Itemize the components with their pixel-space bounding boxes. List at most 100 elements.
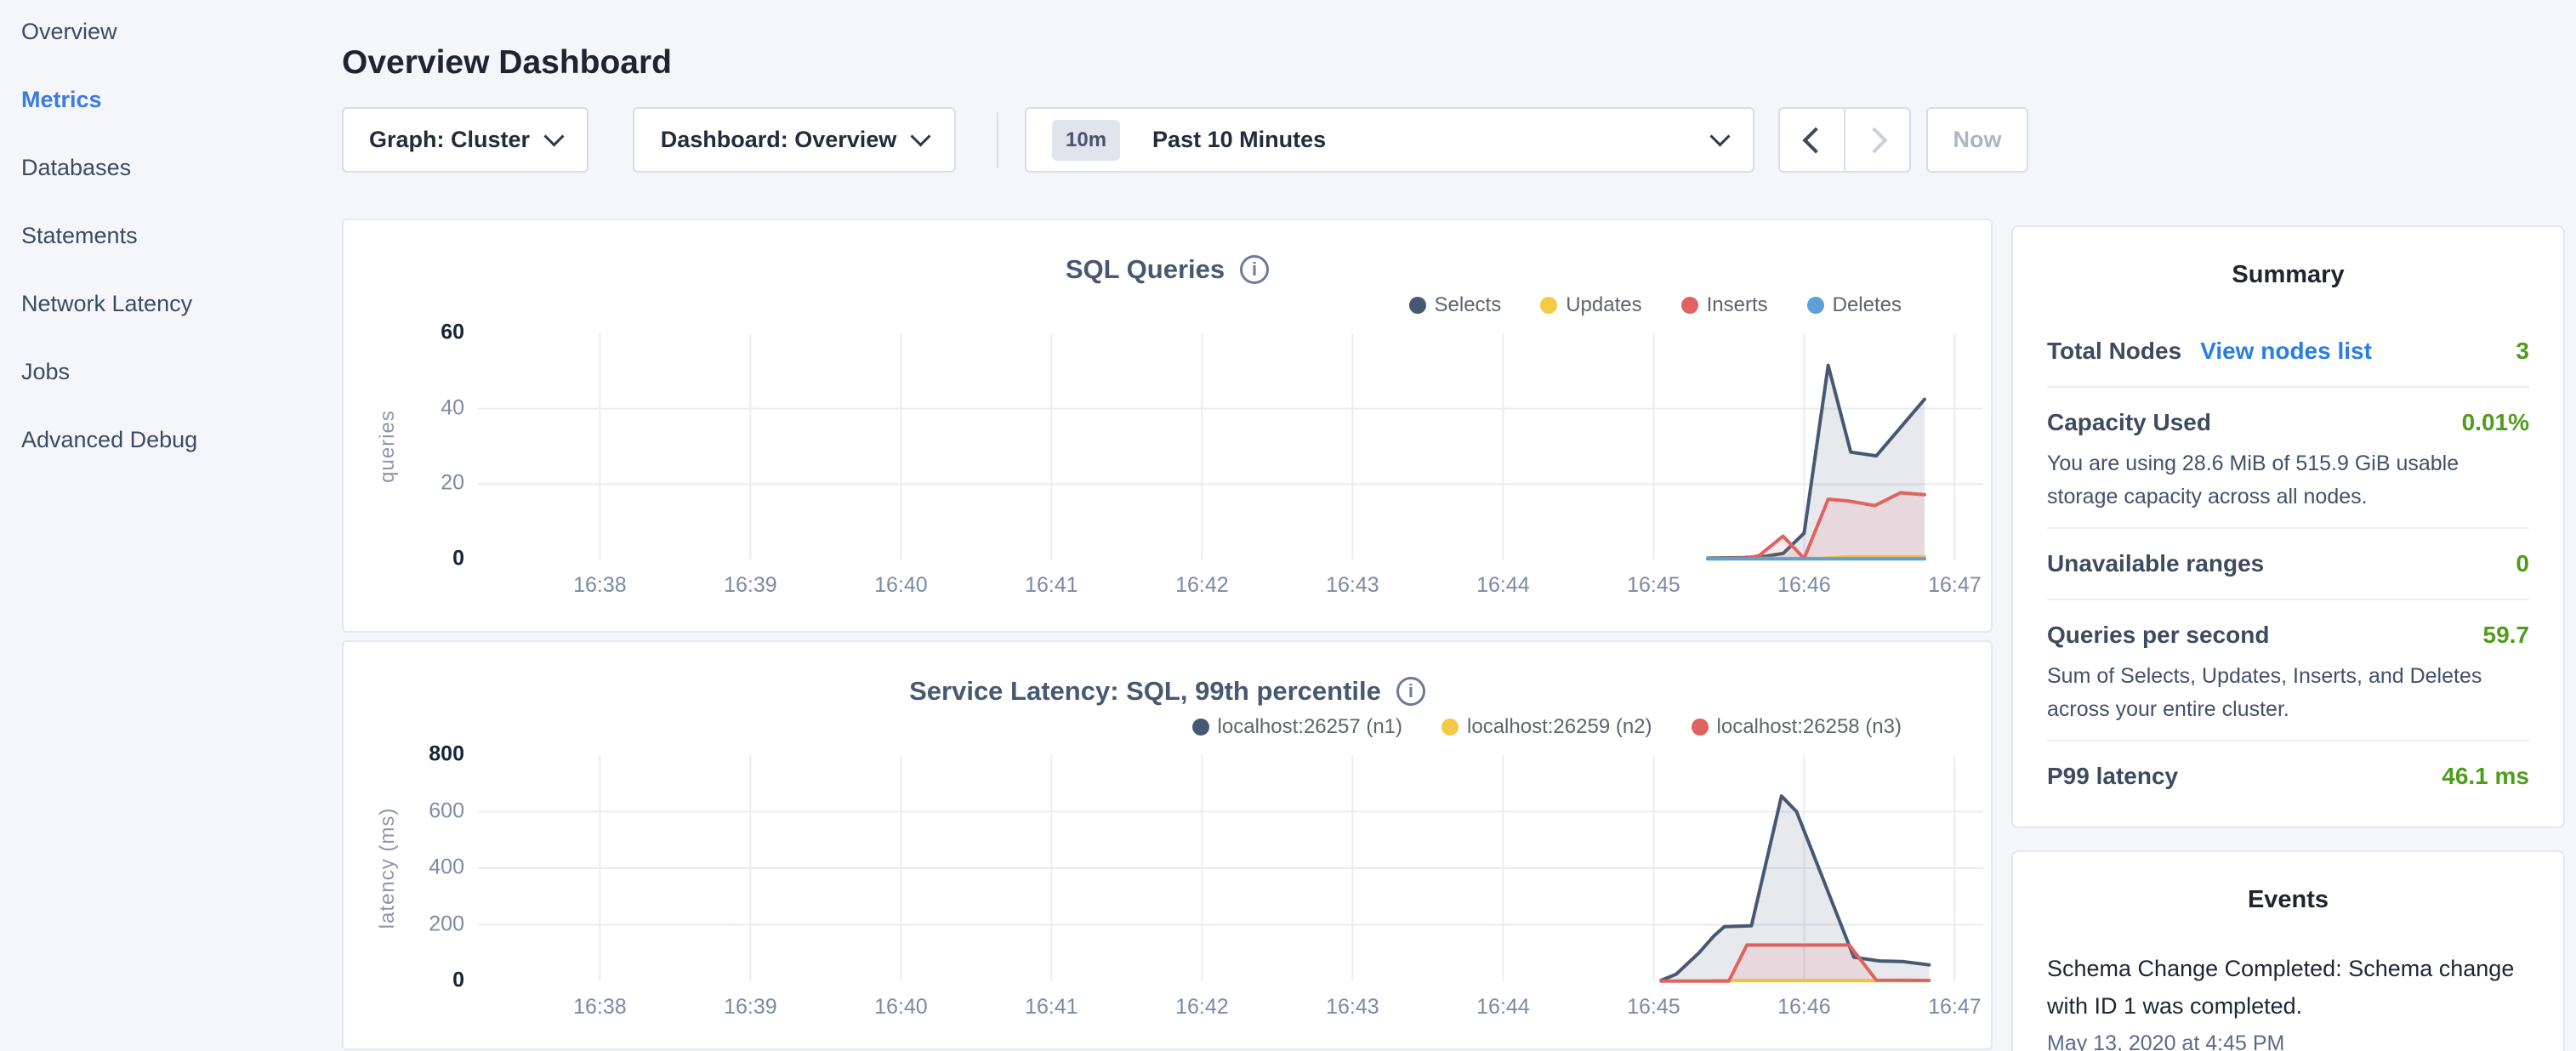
page-title: Overview Dashboard bbox=[342, 44, 672, 82]
service-latency-chart-card[interactable]: Service Latency: SQL, 99th percentile i … bbox=[342, 640, 1993, 1050]
sidebar-item-metrics[interactable]: Metrics bbox=[21, 65, 197, 134]
y-axis-tick: 60 bbox=[344, 320, 464, 344]
chart-title-row: SQL Queries i bbox=[344, 254, 1991, 285]
x-axis-tick: 16:39 bbox=[699, 995, 801, 1020]
x-axis-tick: 16:40 bbox=[850, 995, 952, 1020]
y-axis-tick: 200 bbox=[344, 912, 464, 936]
info-icon[interactable]: i bbox=[1396, 677, 1425, 706]
x-axis-tick: 16:39 bbox=[699, 573, 801, 598]
dashboard-dropdown[interactable]: Dashboard: Overview bbox=[633, 107, 956, 173]
legend-dot-icon bbox=[1807, 297, 1824, 314]
time-pager bbox=[1778, 107, 1911, 173]
chevron-left-icon bbox=[1802, 127, 1828, 153]
legend-item[interactable]: localhost:26258 (n3) bbox=[1692, 715, 1902, 739]
legend-label: localhost:26257 (n1) bbox=[1218, 715, 1402, 739]
chart-legend: Selects Updates Inserts Deletes bbox=[1409, 293, 1902, 317]
x-axis-tick: 16:42 bbox=[1151, 995, 1253, 1020]
summary-panel: Summary Total Nodes View nodes list 3 Ca… bbox=[2011, 225, 2565, 828]
legend-dot-icon bbox=[1540, 297, 1557, 314]
summary-label: Capacity Used bbox=[2047, 409, 2211, 436]
time-prev-button[interactable] bbox=[1780, 109, 1844, 171]
legend-item[interactable]: Selects bbox=[1409, 293, 1502, 317]
legend-dot-icon bbox=[1692, 719, 1709, 736]
y-axis-tick: 600 bbox=[344, 798, 464, 823]
events-title: Events bbox=[2047, 886, 2529, 914]
x-axis-tick: 16:44 bbox=[1452, 995, 1554, 1020]
x-axis-tick: 16:43 bbox=[1301, 995, 1403, 1020]
summary-value: 0 bbox=[2516, 550, 2529, 577]
sidebar-item-overview[interactable]: Overview bbox=[21, 0, 197, 65]
chart-title: SQL Queries bbox=[1066, 254, 1225, 285]
chart-title: Service Latency: SQL, 99th percentile bbox=[909, 676, 1381, 707]
x-axis-tick: 16:38 bbox=[549, 995, 651, 1020]
summary-value: 46.1 ms bbox=[2442, 763, 2529, 790]
legend-dot-icon bbox=[1192, 719, 1209, 736]
x-axis-tick: 16:40 bbox=[850, 573, 952, 598]
summary-description: Sum of Selects, Updates, Inserts, and De… bbox=[2047, 660, 2529, 726]
chevron-down-icon bbox=[1709, 126, 1730, 146]
chevron-right-icon bbox=[1861, 127, 1887, 153]
x-axis-tick: 16:41 bbox=[1000, 995, 1102, 1020]
x-axis-tick: 16:38 bbox=[549, 573, 651, 598]
time-range-label: Past 10 Minutes bbox=[1152, 127, 1326, 153]
x-axis-tick: 16:45 bbox=[1602, 995, 1704, 1020]
summary-label: Queries per second bbox=[2047, 622, 2269, 649]
chart-plot-area[interactable] bbox=[478, 333, 1983, 560]
sidebar-item-network-latency[interactable]: Network Latency bbox=[21, 270, 197, 338]
event-item-timestamp: May 13, 2020 at 4:45 PM bbox=[2047, 1031, 2529, 1051]
summary-description: You are using 28.6 MiB of 515.9 GiB usab… bbox=[2047, 447, 2529, 514]
summary-value: 3 bbox=[2516, 338, 2529, 365]
x-axis-tick: 16:41 bbox=[1000, 573, 1102, 598]
legend-label: Deletes bbox=[1833, 293, 1902, 317]
summary-row-p99: P99 latency 46.1 ms bbox=[2047, 741, 2529, 811]
legend-item[interactable]: localhost:26259 (n2) bbox=[1442, 715, 1652, 739]
info-icon[interactable]: i bbox=[1240, 255, 1269, 284]
time-next-button[interactable] bbox=[1844, 109, 1909, 171]
summary-value: 0.01% bbox=[2462, 409, 2529, 436]
chart-title-row: Service Latency: SQL, 99th percentile i bbox=[344, 676, 1991, 707]
dashboard-dropdown-label: Dashboard: Overview bbox=[661, 127, 897, 153]
y-axis-tick: 0 bbox=[344, 546, 464, 571]
sidebar-item-statements[interactable]: Statements bbox=[21, 202, 197, 270]
y-axis-tick: 40 bbox=[344, 395, 464, 420]
legend-item[interactable]: Updates bbox=[1540, 293, 1641, 317]
x-axis-tick: 16:47 bbox=[1903, 995, 2005, 1020]
time-range-selector[interactable]: 10m Past 10 Minutes bbox=[1025, 107, 1754, 173]
summary-row-unavailable-ranges: Unavailable ranges 0 bbox=[2047, 529, 2529, 599]
chevron-down-icon bbox=[543, 126, 564, 146]
legend-dot-icon bbox=[1681, 297, 1698, 314]
x-axis-tick: 16:42 bbox=[1151, 573, 1253, 598]
summary-value: 59.7 bbox=[2483, 622, 2530, 649]
x-axis-tick: 16:45 bbox=[1602, 573, 1704, 598]
legend-label: Inserts bbox=[1707, 293, 1768, 317]
sidebar: Overview Metrics Databases Statements Ne… bbox=[21, 0, 197, 474]
summary-label: P99 latency bbox=[2047, 763, 2178, 790]
legend-dot-icon bbox=[1442, 719, 1459, 736]
legend-label: Updates bbox=[1566, 293, 1641, 317]
y-axis-tick: 20 bbox=[344, 471, 464, 496]
graph-dropdown-label: Graph: Cluster bbox=[369, 127, 530, 153]
x-axis-tick: 16:43 bbox=[1301, 573, 1403, 598]
now-button-label: Now bbox=[1953, 127, 2002, 153]
legend-item[interactable]: Deletes bbox=[1807, 293, 1902, 317]
legend-item[interactable]: localhost:26257 (n1) bbox=[1192, 715, 1402, 739]
x-axis-tick: 16:44 bbox=[1452, 573, 1554, 598]
sidebar-item-advanced-debug[interactable]: Advanced Debug bbox=[21, 406, 197, 474]
summary-row-total-nodes: Total Nodes View nodes list 3 bbox=[2047, 316, 2529, 386]
x-axis-tick: 16:46 bbox=[1753, 573, 1855, 598]
event-item-text[interactable]: Schema Change Completed: Schema change w… bbox=[2047, 950, 2529, 1025]
chart-plot-area[interactable] bbox=[478, 755, 1983, 981]
sidebar-item-databases[interactable]: Databases bbox=[21, 134, 197, 202]
time-range-badge: 10m bbox=[1052, 120, 1120, 161]
legend-item[interactable]: Inserts bbox=[1681, 293, 1768, 317]
chart-legend: localhost:26257 (n1) localhost:26259 (n2)… bbox=[1192, 715, 1902, 739]
x-axis-tick: 16:47 bbox=[1903, 573, 2005, 598]
view-nodes-list-link[interactable]: View nodes list bbox=[2200, 338, 2372, 365]
legend-label: localhost:26259 (n2) bbox=[1467, 715, 1652, 739]
now-button[interactable]: Now bbox=[1926, 107, 2028, 173]
y-axis-tick: 800 bbox=[344, 741, 464, 766]
sidebar-item-jobs[interactable]: Jobs bbox=[21, 338, 197, 406]
sql-queries-chart-card[interactable]: SQL Queries i Selects Updates Inserts Delet… bbox=[342, 219, 1993, 633]
graph-dropdown[interactable]: Graph: Cluster bbox=[342, 107, 589, 173]
db-console-page: Overview Metrics Databases Statements Ne… bbox=[0, 0, 2576, 1051]
